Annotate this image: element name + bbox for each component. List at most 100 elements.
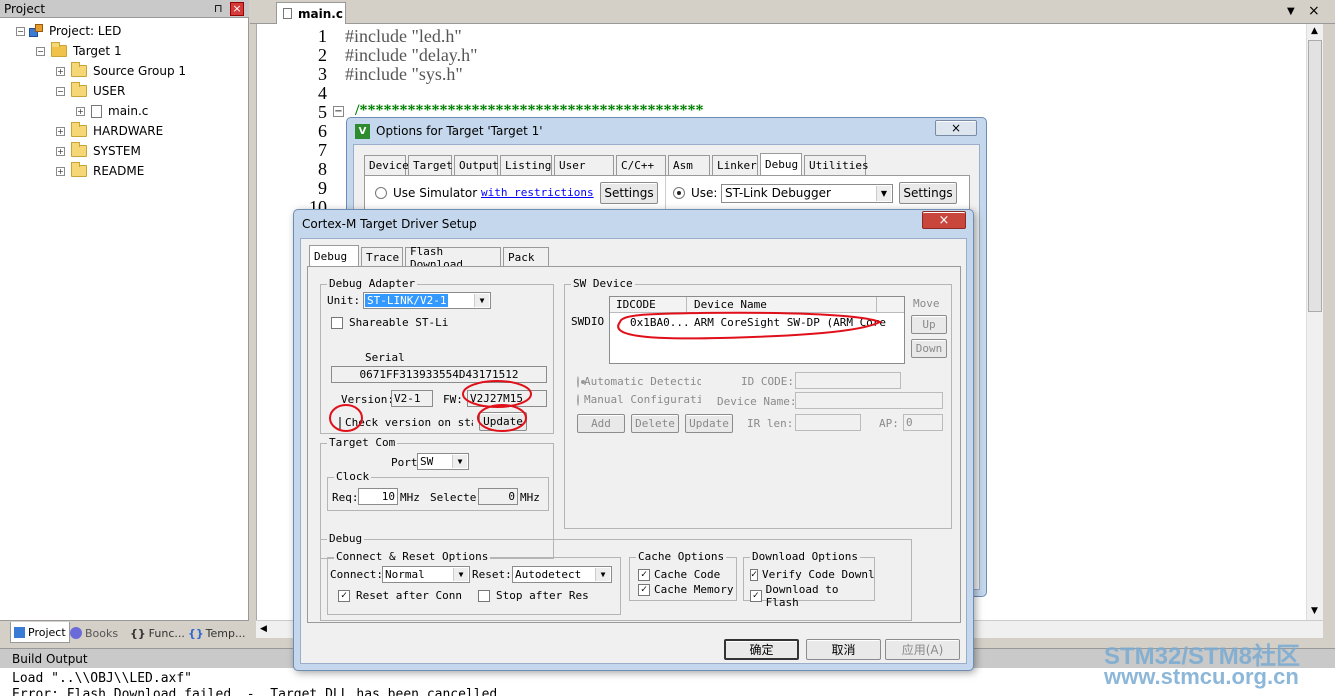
tab-utilities[interactable]: Utilities bbox=[804, 155, 869, 175]
tab-linker[interactable]: Linker bbox=[712, 155, 758, 175]
port-select[interactable]: SW ▼ bbox=[417, 453, 469, 470]
connect-select[interactable]: Normal ▼ bbox=[382, 566, 470, 583]
tab-project[interactable]: Project bbox=[10, 622, 70, 643]
expand-icon[interactable]: + bbox=[56, 66, 65, 76]
close-icon[interactable]: × bbox=[1308, 3, 1320, 19]
tree-item-source-group[interactable]: + Source Group 1 bbox=[56, 61, 186, 81]
cache-code-option[interactable]: ✓ Cache Code bbox=[638, 568, 720, 581]
expand-icon[interactable]: + bbox=[56, 166, 65, 176]
automatic-detection-option[interactable]: Automatic Detectio bbox=[577, 375, 701, 388]
reset-after-connect-option[interactable]: ✓ Reset after Conn bbox=[338, 589, 462, 602]
tree-item-system[interactable]: + SYSTEM bbox=[56, 141, 141, 161]
download-to-flash-checkbox[interactable]: ✓ bbox=[750, 590, 762, 602]
reset-label: Reset: bbox=[472, 568, 512, 581]
vertical-scrollbar[interactable]: ▲ ▼ bbox=[1306, 24, 1323, 620]
scrollbar-thumb[interactable] bbox=[1308, 40, 1322, 312]
tab-listing[interactable]: Listing bbox=[500, 155, 552, 175]
cancel-button[interactable]: 取消 bbox=[806, 639, 881, 660]
driver-close-button[interactable]: × bbox=[922, 211, 966, 229]
pin-icon[interactable]: ⊓ bbox=[214, 2, 223, 15]
stop-after-reset-option[interactable]: Stop after Res bbox=[478, 589, 589, 602]
table-row[interactable]: 0x1BA0... ARM CoreSight SW-DP (ARM Core bbox=[610, 315, 904, 331]
collapse-icon[interactable]: − bbox=[36, 46, 45, 56]
editor-tab-main-c[interactable]: main.c bbox=[276, 2, 346, 24]
use-debugger-radio[interactable] bbox=[673, 187, 685, 199]
chevron-down-icon[interactable]: ▼ bbox=[1287, 6, 1295, 17]
expand-icon[interactable]: + bbox=[76, 106, 85, 116]
move-down-button[interactable]: Down bbox=[911, 339, 947, 358]
use-simulator-radio[interactable] bbox=[375, 187, 387, 199]
chevron-down-icon[interactable]: ▼ bbox=[453, 568, 468, 581]
tab-functions[interactable]: {} Func... bbox=[130, 624, 185, 642]
chevron-down-icon[interactable]: ▼ bbox=[452, 455, 467, 468]
tab-debug[interactable]: Debug bbox=[309, 245, 359, 267]
expand-icon[interactable]: + bbox=[56, 126, 65, 136]
cache-memory-option[interactable]: ✓ Cache Memory bbox=[638, 583, 733, 596]
tree-item-project[interactable]: − Project: LED bbox=[16, 21, 121, 41]
verify-code-option[interactable]: ✓ Verify Code Downlo bbox=[750, 568, 874, 581]
apply-button[interactable]: 应用(A) bbox=[885, 639, 960, 660]
options-close-button[interactable]: × bbox=[935, 120, 977, 136]
close-icon[interactable]: × bbox=[230, 2, 244, 16]
collapse-icon[interactable]: − bbox=[16, 26, 25, 36]
update-device-button[interactable]: Update bbox=[685, 414, 733, 433]
chevron-down-icon[interactable]: ▼ bbox=[595, 568, 610, 581]
tab-c-cpp[interactable]: C/C++ bbox=[616, 155, 666, 175]
sw-device-table[interactable]: IDCODE Device Name 0x1BA0... ARM CoreSig… bbox=[609, 296, 905, 364]
chevron-down-icon[interactable]: ▼ bbox=[474, 294, 489, 307]
tab-device[interactable]: Device bbox=[364, 155, 409, 175]
tree-item-target[interactable]: − Target 1 bbox=[36, 41, 122, 61]
tree-item-main-c[interactable]: + main.c bbox=[76, 101, 148, 121]
tab-label: Asm bbox=[673, 159, 693, 172]
unit-select[interactable]: ST-LINK/V2-1 ▼ bbox=[363, 292, 491, 309]
collapse-icon[interactable]: − bbox=[56, 86, 65, 96]
reset-after-connect-checkbox[interactable]: ✓ bbox=[338, 589, 350, 602]
tree-item-readme[interactable]: + README bbox=[56, 161, 144, 181]
manual-configuration-option[interactable]: Manual Configurati bbox=[577, 393, 701, 406]
tab-flash-download[interactable]: Flash Download bbox=[405, 245, 501, 271]
tree-item-user[interactable]: − USER bbox=[56, 81, 125, 101]
ir-len-label: IR len: bbox=[747, 417, 794, 430]
use-simulator-option[interactable]: Use Simulator bbox=[375, 186, 477, 200]
req-field[interactable]: 10 bbox=[358, 488, 398, 505]
folder-icon bbox=[71, 162, 87, 177]
check-version-option[interactable]: Check version on sta bbox=[339, 416, 473, 429]
debugger-select[interactable]: ST-Link Debugger ▼ bbox=[721, 184, 893, 203]
chevron-down-icon[interactable]: ▼ bbox=[876, 186, 891, 201]
ok-button[interactable]: 确定 bbox=[724, 639, 799, 660]
tree-item-hardware[interactable]: + HARDWARE bbox=[56, 121, 163, 141]
settings-button-debugger[interactable]: Settings bbox=[899, 182, 957, 204]
scroll-down-icon[interactable]: ▼ bbox=[1311, 606, 1318, 616]
tab-asm[interactable]: Asm bbox=[668, 155, 710, 175]
shareable-checkbox[interactable] bbox=[331, 316, 343, 329]
move-up-button[interactable]: Up bbox=[911, 315, 947, 334]
settings-button-simulator[interactable]: Settings bbox=[600, 182, 658, 204]
scroll-up-icon[interactable]: ▲ bbox=[1311, 26, 1318, 36]
update-button[interactable]: Update bbox=[479, 412, 527, 431]
reset-select[interactable]: Autodetect ▼ bbox=[512, 566, 612, 583]
verify-code-checkbox[interactable]: ✓ bbox=[750, 568, 759, 581]
with-restrictions-link[interactable]: with restrictions bbox=[481, 186, 594, 199]
tab-books[interactable]: Books bbox=[70, 624, 118, 642]
manual-configuration-radio[interactable] bbox=[577, 393, 579, 406]
tab-templates[interactable]: {} Temp... bbox=[188, 624, 245, 642]
stop-after-reset-checkbox[interactable] bbox=[478, 589, 490, 602]
use-debugger-option[interactable]: Use: bbox=[673, 186, 717, 200]
cache-code-checkbox[interactable]: ✓ bbox=[638, 568, 650, 581]
automatic-detection-radio[interactable] bbox=[577, 375, 585, 388]
collapse-icon[interactable]: − bbox=[333, 106, 344, 117]
add-button[interactable]: Add bbox=[577, 414, 625, 433]
check-version-checkbox[interactable] bbox=[339, 416, 341, 429]
scroll-left-icon[interactable]: ◀ bbox=[260, 624, 267, 634]
tab-output[interactable]: Output bbox=[454, 155, 499, 175]
shareable-option[interactable]: Shareable ST-Li bbox=[331, 316, 448, 329]
tab-debug[interactable]: Debug bbox=[760, 153, 802, 175]
expand-icon[interactable]: + bbox=[56, 146, 65, 156]
delete-button[interactable]: Delete bbox=[631, 414, 679, 433]
tab-target[interactable]: Target bbox=[408, 155, 453, 175]
download-to-flash-option[interactable]: ✓ Download to Flash bbox=[750, 583, 874, 609]
tab-pack[interactable]: Pack bbox=[503, 247, 549, 267]
tab-user[interactable]: User bbox=[554, 155, 614, 175]
cache-memory-checkbox[interactable]: ✓ bbox=[638, 583, 650, 596]
tab-trace[interactable]: Trace bbox=[361, 247, 403, 267]
